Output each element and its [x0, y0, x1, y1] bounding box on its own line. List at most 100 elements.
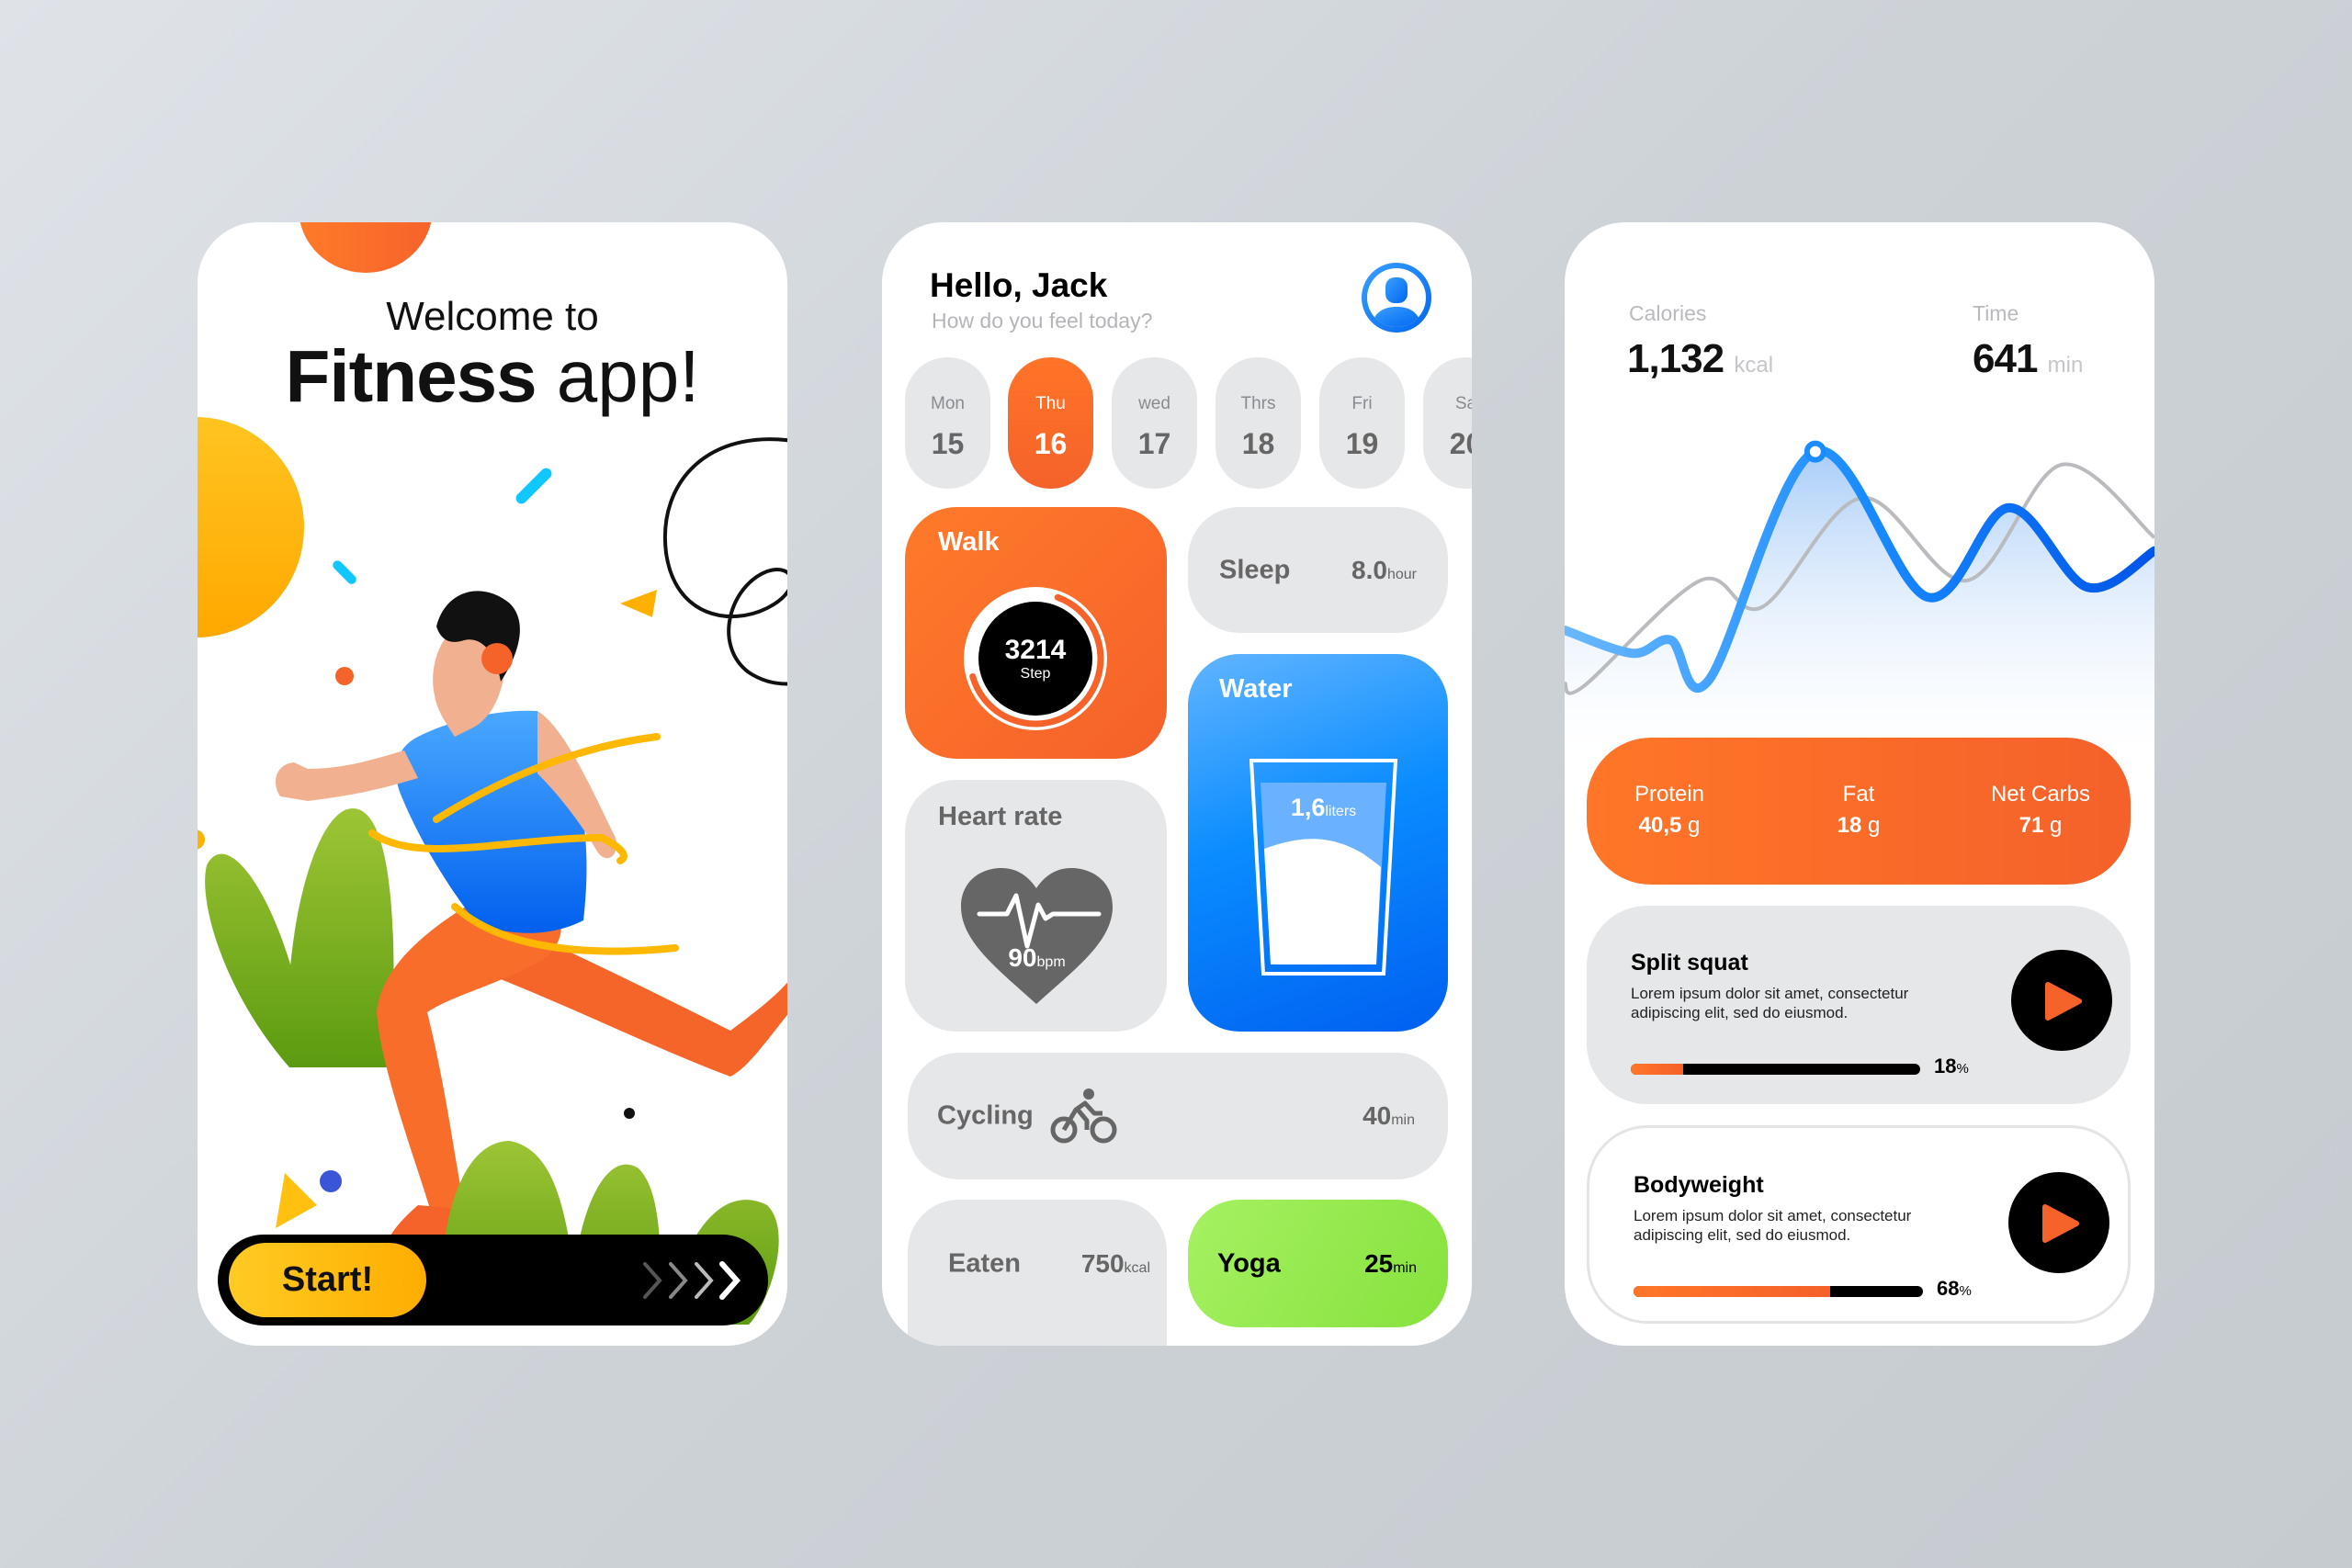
heart-icon	[961, 868, 1113, 1004]
day-pill-mon[interactable]: Mon 15	[905, 357, 990, 489]
eaten-label: Eaten	[948, 1248, 1021, 1279]
walk-card[interactable]: Walk 3214 Step	[905, 507, 1167, 759]
macro-value: 71	[2018, 813, 2044, 838]
exercise-progress-fill	[1634, 1286, 1831, 1297]
macro-label: Net Carbs	[1990, 782, 2091, 807]
confetti-triangle-small	[620, 590, 657, 617]
water-unit: liters	[1325, 804, 1357, 819]
exercise-progress-bar	[1631, 1064, 1920, 1075]
exercise-progress-value: 18	[1934, 1055, 1957, 1077]
heart-rate-label: Heart rate	[938, 802, 1063, 831]
play-icon	[2042, 1204, 2079, 1243]
cycling-value: 40	[1363, 1101, 1392, 1130]
macro-value: 18	[1837, 813, 1862, 838]
greeting-subtitle: How do you feel today?	[932, 309, 1153, 333]
play-button[interactable]	[2008, 1172, 2109, 1273]
left-bush	[205, 808, 394, 1067]
confetti-blue-small	[333, 560, 356, 584]
welcome-screen: Welcome to Fitness app! Start!	[198, 222, 787, 1346]
chevrons-right-icon	[643, 1261, 741, 1300]
time-unit: min	[2047, 353, 2084, 378]
day-date: 19	[1345, 427, 1379, 460]
exercise-title: Bodyweight	[1634, 1172, 1764, 1198]
water-card[interactable]: Water 1,6liters	[1188, 654, 1448, 1032]
water-glass-icon	[1249, 759, 1398, 976]
sleep-readout: 8.0hour	[1351, 556, 1417, 585]
yoga-unit: min	[1393, 1259, 1417, 1276]
stats-screen: Calories 1,132 kcal Time 641 min Protein…	[1565, 222, 2154, 1346]
heart-rate-value: 90	[1008, 943, 1037, 972]
yoga-value: 25	[1364, 1248, 1394, 1278]
app-title-regular: app!	[556, 335, 700, 417]
exercise-card-bodyweight[interactable]: Bodyweight Lorem ipsum dolor sit amet, c…	[1587, 1125, 2131, 1324]
confetti-yellow-dot	[198, 829, 205, 850]
exercise-progress-unit: %	[1956, 1061, 1969, 1077]
water-fill-level	[1264, 839, 1381, 964]
yoga-readout: 25min	[1364, 1249, 1417, 1279]
day-name: Fri	[1351, 394, 1373, 413]
exercise-progress-readout: 68%	[1937, 1277, 1972, 1301]
day-pill-fri[interactable]: Fri 19	[1319, 357, 1405, 489]
calories-unit: kcal	[1734, 353, 1774, 378]
time-readout: 641 min	[1973, 336, 2083, 382]
exercise-description: Lorem ipsum dolor sit amet, consectetur …	[1634, 1207, 1912, 1244]
cycling-card[interactable]: Cycling 40min	[908, 1053, 1448, 1179]
steps-unit: Step	[1020, 666, 1051, 682]
exercise-card-split-squat[interactable]: Split squat Lorem ipsum dolor sit amet, …	[1587, 906, 2131, 1104]
day-name: Mon	[931, 394, 965, 413]
day-selector: Mon 15 Thu 16 wed 17 Thrs 18 Fri 19 Sa 20	[905, 357, 1472, 489]
day-name: Thrs	[1240, 394, 1276, 413]
confetti-orange-dot	[335, 667, 354, 685]
water-label: Water	[1219, 674, 1293, 704]
runner-illustration	[198, 437, 787, 1325]
exercise-progress-value: 68	[1937, 1277, 1960, 1300]
calories-readout: 1,132 kcal	[1627, 336, 1773, 382]
user-avatar-button[interactable]	[1362, 263, 1431, 333]
day-pill-thu[interactable]: Thu 16	[1008, 357, 1093, 489]
confetti-triangle	[276, 1173, 317, 1228]
sleep-value: 8.0	[1351, 555, 1387, 584]
macro-protein: Protein 40,5 g	[1587, 782, 1752, 839]
play-button[interactable]	[2011, 950, 2112, 1051]
day-date: 20	[1449, 427, 1472, 460]
macro-readout: 40,5 g	[1587, 813, 1752, 839]
calories-label: Calories	[1629, 301, 1707, 325]
day-date: 16	[1034, 427, 1068, 460]
calories-value: 1,132	[1627, 336, 1724, 381]
macro-readout: 18 g	[1776, 813, 1941, 839]
app-title-bold: Fitness	[285, 335, 537, 417]
exercise-progress-readout: 18%	[1934, 1055, 1969, 1078]
macro-value: 40,5	[1638, 813, 1682, 838]
decorative-orange-circle	[299, 222, 433, 273]
headphones-icon	[481, 643, 513, 674]
start-slider[interactable]: Start!	[218, 1235, 768, 1325]
day-pill-thrs[interactable]: Thrs 18	[1216, 357, 1301, 489]
macro-label: Protein	[1634, 782, 1705, 807]
day-pill-wed[interactable]: wed 17	[1112, 357, 1197, 489]
day-date: 15	[931, 427, 965, 460]
eaten-card[interactable]: Eaten 750kcal	[908, 1200, 1167, 1346]
activity-chart	[1565, 440, 2154, 755]
app-title: Fitness app!	[198, 340, 787, 413]
macro-unit: g	[1868, 813, 1881, 838]
runner-back-arm	[276, 750, 418, 801]
cycling-label: Cycling	[937, 1100, 1034, 1131]
sleep-card[interactable]: Sleep 8.0hour	[1188, 507, 1448, 633]
exercise-description: Lorem ipsum dolor sit amet, consectetur …	[1631, 985, 1909, 1021]
play-icon	[2045, 982, 2082, 1021]
day-pill-sat[interactable]: Sa 20	[1423, 357, 1472, 489]
heart-rate-card[interactable]: Heart rate 90bpm	[905, 780, 1167, 1032]
macro-unit: g	[1688, 813, 1701, 838]
confetti-blue-dot	[320, 1170, 342, 1192]
macro-readout: 71 g	[1958, 813, 2123, 839]
yoga-label: Yoga	[1217, 1248, 1281, 1278]
user-avatar-icon	[1367, 268, 1426, 327]
welcome-text: Welcome to	[386, 294, 599, 339]
start-button[interactable]: Start!	[229, 1243, 426, 1317]
time-label: Time	[1973, 301, 2019, 325]
steps-readout: 3214 Step	[959, 582, 1112, 735]
water-value: 1,6	[1290, 794, 1326, 821]
yoga-card[interactable]: Yoga 25min	[1188, 1200, 1448, 1327]
dashboard-screen: Hello, Jack How do you feel today? Mon 15…	[882, 222, 1472, 1346]
eaten-readout: 750kcal	[1081, 1249, 1150, 1279]
